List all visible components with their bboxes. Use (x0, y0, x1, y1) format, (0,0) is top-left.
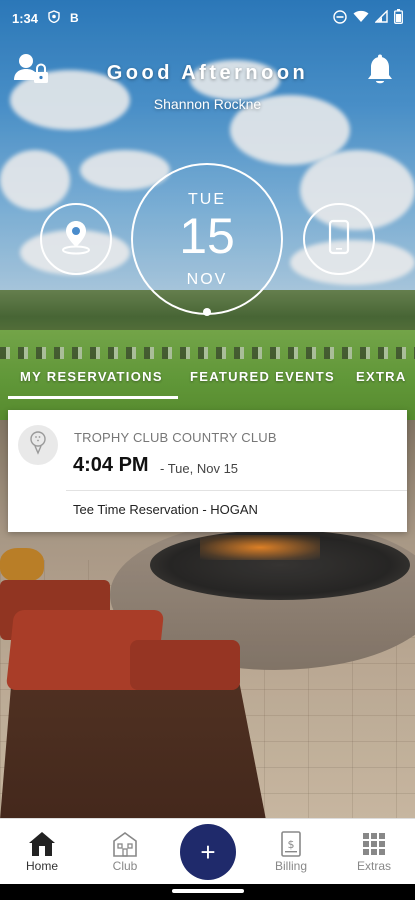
tab-featured-events[interactable]: FEATURED EVENTS (190, 366, 335, 402)
signal-icon (374, 9, 388, 26)
location-button[interactable] (40, 203, 112, 275)
club-icon (111, 831, 139, 857)
nav-billing[interactable]: $ Billing (256, 819, 326, 885)
club-name: TROPHY CLUB COUNTRY CLUB (74, 430, 277, 445)
shield-icon (48, 10, 60, 26)
reservation-time: 4:04 PM (73, 454, 149, 476)
club-logo (18, 425, 58, 465)
user-name: Shannon Rockne (153, 96, 262, 112)
grid-icon (360, 831, 388, 857)
reservation-date: - Tue, Nov 15 (160, 461, 239, 476)
reservation-card[interactable]: TROPHY CLUB COUNTRY CLUB 4:04 PM - Tue, … (8, 410, 407, 532)
nav-club[interactable]: Club (90, 819, 160, 885)
date-widget: TUE 15 NOV (131, 163, 283, 316)
bell-icon (366, 54, 394, 90)
date-ring-dot (203, 308, 211, 316)
nav-billing-label: Billing (274, 859, 307, 873)
status-bar: 1:34 B (0, 0, 415, 36)
nav-home[interactable]: Home (7, 819, 77, 885)
billing-icon: $ (277, 831, 305, 857)
home-icon (28, 831, 56, 857)
battery-icon (394, 9, 403, 27)
nav-extras-label: Extras (356, 859, 391, 873)
day-number: 15 (179, 208, 235, 264)
notifications-button[interactable] (366, 54, 394, 86)
gesture-handle[interactable] (172, 889, 244, 893)
reservation-description: Tee Time Reservation - HOGAN (73, 502, 258, 517)
golf-ball-icon (29, 430, 47, 460)
location-pin-icon (59, 219, 93, 260)
nav-home-label: Home (25, 859, 58, 873)
phone-button[interactable] (303, 203, 375, 275)
active-tab-indicator (8, 396, 178, 399)
card-divider (66, 490, 407, 491)
wifi-icon (353, 10, 369, 26)
nav-extras[interactable]: Extras (339, 819, 409, 885)
b-icon: B (70, 11, 79, 25)
status-time: 1:34 (12, 10, 39, 26)
month-label: NOV (186, 271, 228, 288)
nav-club-label: Club (112, 859, 138, 873)
svg-text:$: $ (288, 838, 295, 851)
do-not-disturb-icon (333, 9, 347, 27)
tab-extra[interactable]: EXTRA (356, 366, 407, 402)
greeting-text: Good Afternoon (106, 62, 309, 84)
add-button[interactable]: + (180, 824, 236, 880)
phone-icon (328, 219, 350, 260)
